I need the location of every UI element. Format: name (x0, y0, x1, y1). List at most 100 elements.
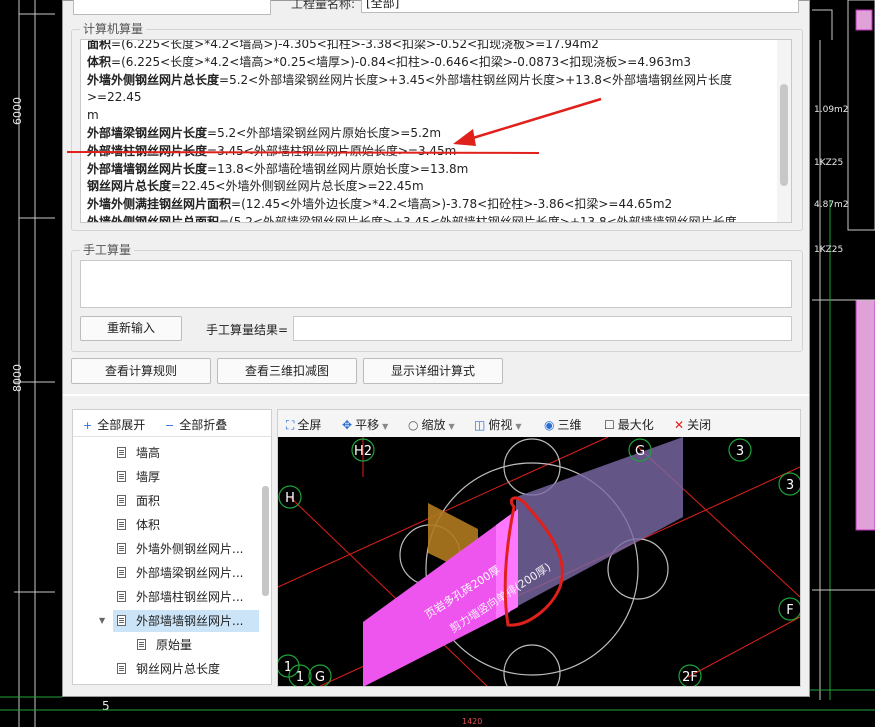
calc-formula-box[interactable]: 面积=(6.225<长度>*4.2<墙高>)-4.305<扣柱>-3.38<扣梁… (80, 39, 792, 223)
calc-line-formula: =3.45<外部墙柱钢丝网片原始长度>=3.45m (207, 143, 457, 158)
close-viewer-button[interactable]: ✕ 关闭 (674, 416, 711, 433)
show-detail-formula-button[interactable]: 显示详细计算式 (363, 358, 503, 384)
close-label: 关闭 (687, 418, 712, 432)
calc-line: 外部墙柱钢丝网片长度=3.45<外部墙柱钢丝网片原始长度>=3.45m (87, 143, 777, 161)
maximize-button[interactable]: ☐ 最大化 (604, 416, 654, 433)
dim-6000: 6000 (11, 97, 24, 125)
maximize-label: 最大化 (617, 418, 654, 432)
viewer-canvas[interactable]: 页岩多孔砖200厚 剪力墙竖向单排(200厚) H2 G 3H3F11 G 2F (278, 437, 800, 687)
fullscreen-button[interactable]: ⛶ 全屏 (286, 416, 321, 433)
tree-item-label: 面积 (136, 494, 161, 508)
expand-all-button[interactable]: + 全部展开 (83, 416, 145, 433)
calc-line: 钢丝网片总长度=22.45<外墙外侧钢丝网片总长度>=22.45m (87, 178, 777, 196)
calc-line-label: 体积 (87, 54, 112, 69)
collapse-all-button[interactable]: − 全部折叠 (165, 416, 227, 433)
axis-label: 1 (284, 660, 292, 675)
calc-line-label: 外墙外侧满挂钢丝网片面积 (87, 197, 232, 212)
expand-arrow-icon[interactable]: ▼ (99, 610, 105, 632)
three-d-viewer: ⛶ 全屏 ✥ 平移 ▼ ○ 缩放 ▼ ◫ 俯视 ▼ ◉ 三维 ☐ 最大化 ✕ 关闭 (277, 409, 801, 687)
calc-line-formula: =13.8<外部墙砼墙钢丝网片原始长度>=13.8m (207, 161, 469, 176)
calc-line: 体积=(6.225<长度>*4.2<墙高>*0.25<墙厚>)-0.84<扣柱>… (87, 54, 777, 72)
axis-label: H2 (354, 444, 372, 459)
manual-calc-input[interactable] (80, 260, 792, 308)
tree-item[interactable]: 墙高 (113, 442, 267, 464)
quantity-name-label: 工程量名称: (291, 0, 356, 11)
maximize-icon: ☐ (604, 418, 615, 432)
tree-item-label: 体积 (136, 518, 161, 532)
view-3d-deduct-button[interactable]: 查看三维扣减图 (217, 358, 357, 384)
zoom-button[interactable]: ○ 缩放 ▼ (408, 416, 455, 433)
fullscreen-icon: ⛶ (286, 418, 295, 432)
fullscreen-label: 全屏 (297, 418, 322, 432)
zoom-label: 缩放 (421, 418, 446, 432)
tree-item-label: 钢丝网片总长度 (136, 662, 221, 676)
calc-scrollbar[interactable] (777, 40, 791, 222)
three-d-label: 三维 (557, 418, 582, 432)
calc-line: 外墙外侧满挂钢丝网片面积=(12.45<外墙外边长度>*4.2<墙高>)-3.7… (87, 196, 777, 214)
viewer-toolbar: ⛶ 全屏 ✥ 平移 ▼ ○ 缩放 ▼ ◫ 俯视 ▼ ◉ 三维 ☐ 最大化 ✕ 关闭 (278, 410, 800, 438)
expand-icon: + (83, 419, 93, 432)
tree-item-label: 墙高 (136, 446, 161, 460)
tree-item[interactable]: 外墙外侧钢丝网片... (113, 538, 267, 560)
calc-line-label: 面积 (87, 39, 112, 51)
quantity-tree-panel: + 全部展开 − 全部折叠 墙高墙厚面积体积外墙外侧钢丝网片... 外部墙梁钢丝网片.… (72, 409, 272, 685)
calc-line-label: 外部墙墙钢丝网片长度 (87, 161, 208, 176)
tree-item-label: 外部墙柱钢丝网片... (136, 590, 244, 604)
document-icon (117, 663, 126, 674)
tree-item[interactable]: 钢丝网片总长度 (113, 658, 267, 680)
axis-label: H (285, 491, 295, 506)
top-view-label: 俯视 (488, 418, 513, 432)
cad-label-area2: 4.87m2 (814, 200, 849, 210)
tree-item[interactable]: 外部墙柱钢丝网片... (113, 586, 267, 608)
tree-scrollbar[interactable] (262, 486, 269, 596)
tree-item[interactable]: 原始量 (133, 634, 271, 656)
collapse-all-label: 全部折叠 (179, 418, 228, 432)
tree-item-label: 墙厚 (136, 470, 161, 484)
view-rules-button[interactable]: 查看计算规则 (71, 358, 211, 384)
close-icon: ✕ (674, 418, 685, 432)
three-d-button[interactable]: ◉ 三维 (544, 416, 582, 433)
pan-button[interactable]: ✥ 平移 ▼ (342, 416, 388, 433)
quantity-name-select[interactable]: [全部] (361, 0, 799, 13)
tree-item[interactable]: 面积 (113, 490, 267, 512)
dialog-top-strip: 工程量名称: [全部] (63, 0, 809, 15)
axis-label: 3 (786, 478, 794, 493)
tree-item-label: 外部墙梁钢丝网片... (136, 566, 244, 580)
calc-scroll-thumb[interactable] (780, 84, 788, 186)
document-icon (117, 447, 126, 458)
expand-all-label: 全部展开 (97, 418, 146, 432)
computer-calc-title: 计算机算量 (80, 22, 147, 36)
axis-label: 2F (682, 670, 698, 685)
zoom-icon: ○ (408, 418, 419, 432)
manual-result-label: 手工算量结果= (206, 323, 289, 337)
top-view-button[interactable]: ◫ 俯视 ▼ (474, 416, 522, 433)
zoom-caret-icon: ▼ (448, 422, 455, 431)
document-icon (117, 567, 126, 578)
manual-result-input[interactable] (293, 316, 792, 341)
pan-label: 平移 (355, 418, 380, 432)
cad-label-bottom: 1420 (462, 717, 482, 726)
document-icon (137, 639, 146, 650)
tree-item[interactable]: 体积 (113, 514, 267, 536)
cube-icon: ◫ (474, 418, 486, 432)
collapse-icon: − (165, 419, 175, 432)
axis-label: G (315, 670, 325, 685)
calc-line: 外墙外侧钢丝网片总面积=(5.2<外部墙梁钢丝网片长度>+3.45<外部墙柱钢丝… (87, 214, 777, 222)
calc-line: 外墙外侧钢丝网片总长度=5.2<外部墙梁钢丝网片长度>+3.45<外部墙柱钢丝网… (87, 72, 777, 108)
tree-item[interactable]: ▼ 外部墙墙钢丝网片... (99, 610, 259, 632)
axis-label: 3 (736, 444, 744, 459)
cad-label-kz2: 1KZ25 (814, 245, 843, 255)
calc-line: 外部墙墙钢丝网片长度=13.8<外部墙砼墙钢丝网片原始长度>=13.8m (87, 161, 777, 179)
tree-item[interactable]: 外部墙梁钢丝网片... (113, 562, 267, 584)
calc-line-label: 外部墙梁钢丝网片长度 (87, 125, 208, 140)
calc-line: 外部墙梁钢丝网片长度=5.2<外部墙梁钢丝网片原始长度>=5.2m (87, 125, 777, 143)
tree-item[interactable]: 墙厚 (113, 466, 267, 488)
reenter-button[interactable]: 重新输入 (80, 316, 182, 341)
document-icon (117, 591, 126, 602)
calc-line-formula: =5.2<外部墙梁钢丝网片原始长度>=5.2m (207, 125, 442, 140)
view-caret-icon: ▼ (515, 422, 522, 431)
pan-icon: ✥ (342, 418, 353, 432)
document-icon (117, 495, 126, 506)
top-field[interactable] (73, 0, 271, 15)
document-icon (117, 471, 126, 482)
